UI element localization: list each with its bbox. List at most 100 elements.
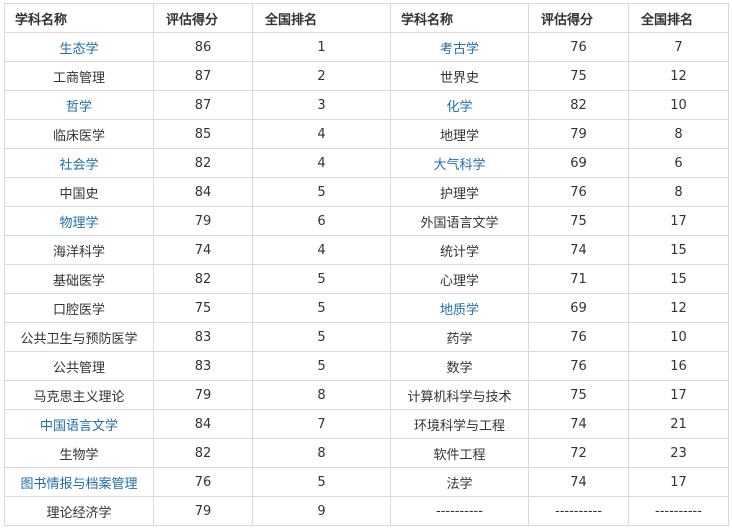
score-cell-left: 79 — [153, 380, 253, 410]
subject-cell-right: 外国语言文学 — [390, 206, 529, 236]
subject-link[interactable]: 化学 — [446, 100, 472, 115]
subject-label: 软件工程 — [433, 447, 486, 463]
subject-cell-right: 心理学 — [390, 264, 529, 294]
subject-cell-left: 生态学 — [4, 32, 154, 62]
rank-cell-left: 8 — [252, 438, 391, 468]
rank-cell-right: 15 — [628, 235, 729, 265]
subject-cell-left: 社会学 — [4, 148, 154, 178]
subject-label: 海洋科学 — [52, 244, 105, 260]
rank-cell-right: 7 — [628, 32, 729, 62]
subject-link[interactable]: 哲学 — [66, 100, 92, 115]
score-cell-left: 82 — [153, 438, 253, 468]
subject-label: 马克思主义理论 — [33, 389, 125, 405]
table-header: 学科名称 评估得分 全国排名 学科名称 评估得分 全国排名 — [4, 3, 729, 33]
subject-cell-right: 化学 — [390, 90, 529, 120]
subject-cell-right: 统计学 — [390, 235, 529, 265]
score-cell-left: 85 — [153, 119, 253, 149]
score-cell-left: 87 — [153, 61, 253, 91]
rank-cell-right: 10 — [628, 90, 729, 120]
rank-cell-left: 8 — [252, 380, 391, 410]
subject-label: 药学 — [446, 331, 473, 347]
subject-cell-right: 大气科学 — [390, 148, 529, 178]
rank-cell-left: 6 — [252, 206, 391, 236]
subject-label: 中国史 — [59, 186, 99, 202]
subject-cell-right: 世界史 — [390, 61, 529, 91]
rank-cell-left: 4 — [252, 235, 391, 265]
subject-cell-right: 环境科学与工程 — [390, 409, 529, 439]
subject-link[interactable]: 地质学 — [440, 303, 479, 318]
rank-cell-right: ---------- — [628, 496, 729, 526]
score-cell-left: 75 — [153, 293, 253, 323]
table-row: 哲学 87 3 化学 82 10 — [4, 90, 729, 120]
table-row: 马克思主义理论 79 8 计算机科学与技术 75 17 — [4, 380, 729, 410]
table-row: 工商管理 87 2 世界史 75 12 — [4, 61, 729, 91]
subject-cell-left: 生物学 — [4, 438, 154, 468]
rank-cell-right: 12 — [628, 293, 729, 323]
subject-cell-left: 中国史 — [4, 177, 154, 207]
subject-cell-right: 数学 — [390, 351, 529, 381]
subject-cell-left: 海洋科学 — [4, 235, 154, 265]
table-row: 生物学 82 8 软件工程 72 23 — [4, 438, 729, 468]
subject-cell-right: 软件工程 — [390, 438, 529, 468]
subject-cell-right: 考古学 — [390, 32, 529, 62]
subject-cell-left: 公共管理 — [4, 351, 154, 381]
score-cell-right: 74 — [528, 235, 629, 265]
subject-link[interactable]: 物理学 — [59, 216, 98, 231]
table-row: 海洋科学 74 4 统计学 74 15 — [4, 235, 729, 265]
header-subject-left: 学科名称 — [4, 3, 154, 33]
subject-cell-right: 地质学 — [390, 293, 529, 323]
rank-cell-right: 17 — [628, 206, 729, 236]
subject-label: 世界史 — [439, 70, 479, 86]
rank-cell-right: 17 — [628, 380, 729, 410]
table-row: 基础医学 82 5 心理学 71 15 — [4, 264, 729, 294]
table-row: 生态学 86 1 考古学 76 7 — [4, 32, 729, 62]
table-row: 物理学 79 6 外国语言文学 75 17 — [4, 206, 729, 236]
table-row: 公共卫生与预防医学 83 5 药学 76 10 — [4, 322, 729, 352]
rank-cell-right: 8 — [628, 177, 729, 207]
subject-cell-right: 药学 — [390, 322, 529, 352]
subject-label: 计算机科学与技术 — [407, 389, 512, 405]
score-cell-left: 83 — [153, 351, 253, 381]
table-row: 图书情报与档案管理 76 5 法学 74 17 — [4, 467, 729, 497]
subject-cell-right: 护理学 — [390, 177, 529, 207]
subject-cell-left: 理论经济学 — [4, 496, 154, 526]
score-cell-right: 71 — [528, 264, 629, 294]
ranking-table: 学科名称 评估得分 全国排名 学科名称 评估得分 全国排名 生态学 86 1 考古学 7… — [4, 3, 729, 526]
subject-label: 口腔医学 — [52, 302, 105, 318]
rank-cell-right: 10 — [628, 322, 729, 352]
subject-link[interactable]: 中国语言文学 — [40, 419, 118, 434]
subject-link[interactable]: 社会学 — [59, 158, 98, 173]
subject-cell-right: 地理学 — [390, 119, 529, 149]
subject-link[interactable]: 考古学 — [440, 42, 479, 57]
rank-cell-right: 17 — [628, 467, 729, 497]
score-cell-left: 83 — [153, 322, 253, 352]
rank-cell-left: 4 — [252, 148, 391, 178]
score-cell-right: 74 — [528, 409, 629, 439]
subject-link[interactable]: 生态学 — [59, 42, 98, 57]
score-cell-right: 75 — [528, 380, 629, 410]
subject-cell-left: 口腔医学 — [4, 293, 154, 323]
table-row: 中国语言文学 84 7 环境科学与工程 74 21 — [4, 409, 729, 439]
score-cell-right: 69 — [528, 293, 629, 323]
score-cell-right: 74 — [528, 467, 629, 497]
subject-cell-right: 法学 — [390, 467, 529, 497]
subject-label: 工商管理 — [52, 70, 105, 86]
subject-link[interactable]: 大气科学 — [433, 158, 485, 173]
subject-label: 外国语言文学 — [420, 215, 499, 231]
table-row: 临床医学 85 4 地理学 79 8 — [4, 119, 729, 149]
subject-link[interactable]: 图书情报与档案管理 — [20, 477, 137, 492]
subject-cell-left: 临床医学 — [4, 119, 154, 149]
subject-cell-right: ---------- — [390, 496, 529, 526]
rank-cell-left: 5 — [252, 293, 391, 323]
subject-cell-left: 工商管理 — [4, 61, 154, 91]
score-cell-right: ---------- — [528, 496, 629, 526]
rank-cell-right: 12 — [628, 61, 729, 91]
score-cell-left: 84 — [153, 177, 253, 207]
subject-cell-left: 基础医学 — [4, 264, 154, 294]
score-cell-right: 79 — [528, 119, 629, 149]
rank-cell-left: 3 — [252, 90, 391, 120]
rank-cell-left: 5 — [252, 351, 391, 381]
score-cell-left: 82 — [153, 264, 253, 294]
table-row: 社会学 82 4 大气科学 69 6 — [4, 148, 729, 178]
score-cell-left: 87 — [153, 90, 253, 120]
